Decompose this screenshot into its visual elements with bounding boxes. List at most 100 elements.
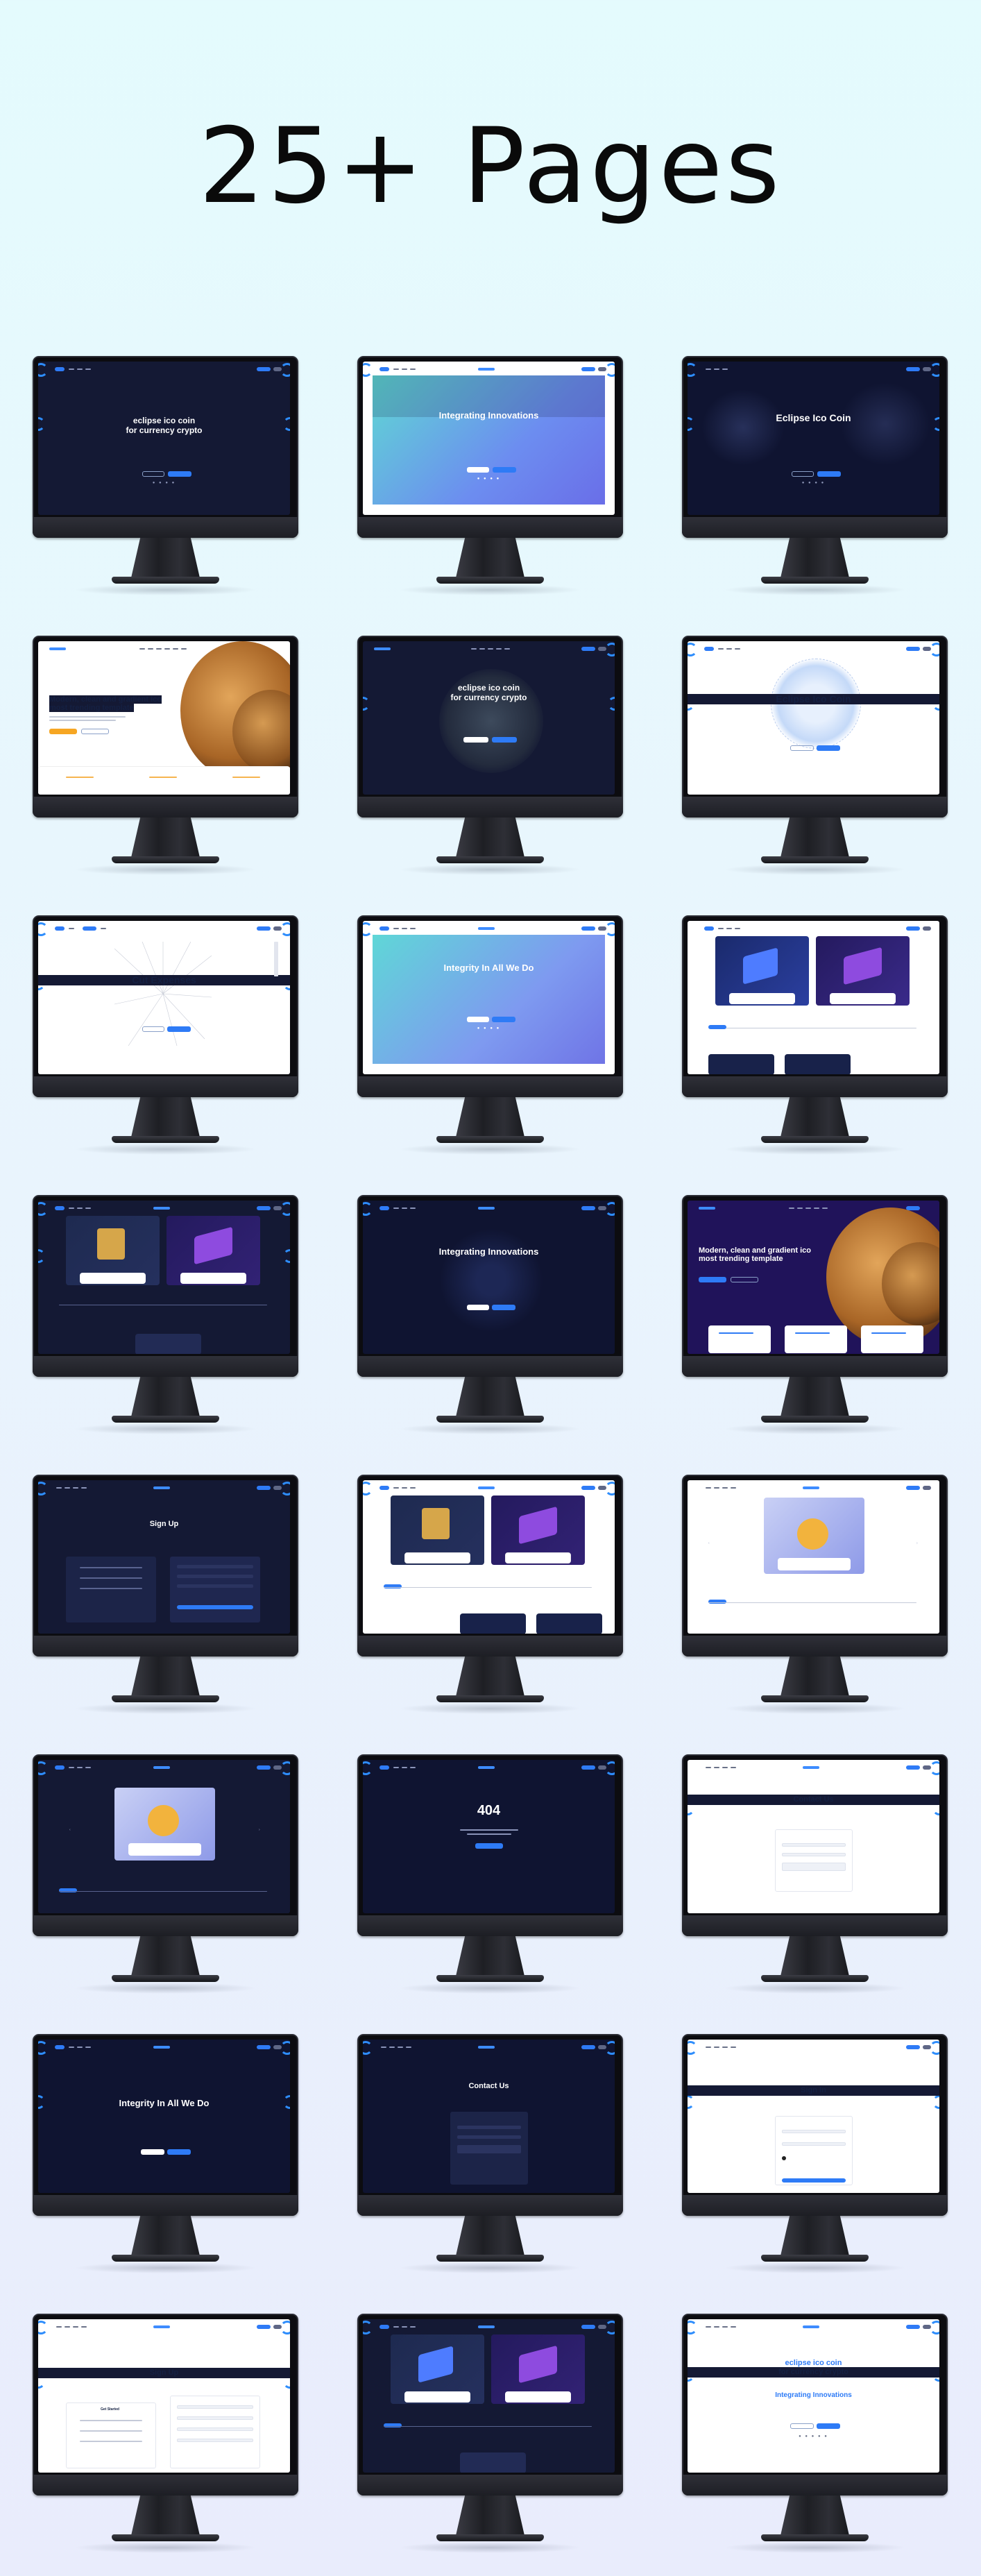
screen-blog-light-2 (363, 1480, 615, 1634)
screen-blog-dark-2 (363, 2319, 615, 2473)
monitor-blog-dark[interactable] (33, 1195, 298, 1459)
hero-title: Cut Expenses (38, 975, 290, 985)
monitor-contact-dark[interactable]: Contact Us (357, 2034, 623, 2298)
remember-checkbox[interactable] (782, 2156, 786, 2160)
signin-submit-button[interactable] (782, 2178, 846, 2183)
message-field[interactable] (782, 1863, 846, 1871)
page-title: Contact Us (688, 1795, 939, 1805)
hero-gradient-image (373, 935, 605, 1064)
monitor-blog-single-light[interactable]: ‹ › (682, 1475, 948, 1738)
page-title: Sign In (688, 2085, 939, 2096)
screen-blog-light (688, 921, 939, 1074)
hero-title-line1: Modern, clean and gradient ico (699, 1246, 811, 1255)
screen-blog-dark (38, 1201, 290, 1354)
name-field[interactable] (177, 1565, 253, 1568)
monitor-integrity-dark[interactable]: Integrity In All We Do (33, 2034, 298, 2298)
hero-title-line2: most trending template (699, 1255, 783, 1263)
hero-title-line2: for currency crypto (688, 2367, 939, 2378)
world-map-graphic (439, 1228, 543, 1332)
hero-title: Integrity In All We Do (119, 2098, 210, 2108)
screen-signup-dark: Sign Up (38, 1480, 290, 1634)
screen-cut-expenses: Cut Expenses (38, 921, 290, 1074)
hero-title-line1: eclipse ico coin (133, 416, 196, 425)
screen-contact-dark: Contact Us (363, 2040, 615, 2193)
monitor-dark-photo[interactable]: Eclipse Ico Coin ● ● ● ● (682, 356, 948, 620)
hero-title-line1: eclipse ico coin (457, 683, 520, 693)
email-field[interactable] (782, 2130, 846, 2133)
name-field[interactable] (177, 2405, 253, 2409)
hero-cta-button[interactable] (168, 471, 191, 477)
password-field[interactable] (177, 1584, 253, 1588)
email-field[interactable] (782, 1853, 846, 1856)
email-field[interactable] (457, 2135, 521, 2139)
page-title: Contact Us (468, 2082, 509, 2090)
screen-contact-light: Contact Us (688, 1760, 939, 1913)
email-field[interactable] (177, 1575, 253, 1578)
screen-globe-light: Eclipse Ico Coin (688, 641, 939, 795)
hero-title-line2: for currency crypto (450, 693, 527, 702)
hero-title-line1: Modern, clean and gradient ico (49, 695, 162, 704)
name-field[interactable] (457, 2126, 521, 2129)
signup-submit-button[interactable] (177, 1605, 253, 1609)
screen-bitcoin-light: Modern, clean and gradient ico most tren… (38, 641, 290, 795)
screen-integrity-dark: Integrity In All We Do (38, 2040, 290, 2193)
screen-gradient-home: Integrating Innovations ● ● ● ● (363, 362, 615, 515)
screen-ethereum-dark: eclipse ico coin for currency crypto (363, 641, 615, 795)
screen-dark-home: eclipse ico coin for currency crypto ● ●… (38, 362, 290, 515)
monitor-contact-light[interactable]: Contact Us (682, 1754, 948, 2018)
monitor-gradient-home[interactable]: Integrating Innovations ● ● ● ● (357, 356, 623, 620)
get-started-label: Get Started (101, 2407, 119, 2412)
error-code: 404 (477, 1803, 501, 1818)
hero-title: Integrating Innovations (438, 1246, 539, 1257)
screen-error-404: 404 (363, 1760, 615, 1913)
monitor-bitcoin-purple[interactable]: Modern, clean and gradient ico most tren… (682, 1195, 948, 1459)
screen-coming-soon-light: eclipse ico coin for currency crypto Int… (688, 2319, 939, 2473)
monitor-blog-dark-2[interactable] (357, 2314, 623, 2576)
page-headline: 25+ Pages (198, 106, 783, 227)
monitor-signin-light[interactable]: Sign In (682, 2034, 948, 2298)
hero-secondary-button[interactable] (142, 471, 164, 477)
email-field[interactable] (177, 2416, 253, 2420)
screen-blog-single-dark: ‹ › (38, 1760, 290, 1913)
monitor-cut-expenses[interactable]: Cut Expenses (33, 915, 298, 1179)
monitor-blog-single-dark[interactable]: ‹ › (33, 1754, 298, 2018)
screens-grid: eclipse ico coin for currency crypto ● ●… (33, 356, 948, 2576)
hero-title: Eclipse Ico Coin (688, 694, 939, 704)
signup-info-panel (66, 2403, 156, 2468)
screen-dark-photo: Eclipse Ico Coin ● ● ● ● (688, 362, 939, 515)
monitor-ethereum-dark[interactable]: eclipse ico coin for currency crypto (357, 636, 623, 899)
message-field[interactable] (457, 2145, 521, 2153)
contact-form (775, 1829, 853, 1892)
hero-title-line2: most trending template (49, 704, 134, 712)
page-title: Sign Up (149, 1520, 179, 1528)
monitor-dark-map[interactable]: Integrating Innovations (357, 1195, 623, 1459)
sub-heading: Integrating Innovations (775, 2391, 852, 2399)
hero-title-line2: for currency crypto (126, 425, 203, 435)
password-field[interactable] (177, 2427, 253, 2431)
back-home-button[interactable] (475, 1843, 503, 1849)
hero-title: Integrity In All We Do (443, 963, 534, 973)
monitor-blog-light-2[interactable] (357, 1475, 623, 1738)
name-field[interactable] (782, 1843, 846, 1847)
hero-title: Integrating Innovations (438, 410, 539, 421)
screen-bitcoin-purple: Modern, clean and gradient ico most tren… (688, 1201, 939, 1354)
monitor-bitcoin-light[interactable]: Modern, clean and gradient ico most tren… (33, 636, 298, 899)
signin-form (775, 2116, 853, 2185)
password-field[interactable] (782, 2142, 846, 2146)
monitor-coming-soon-light[interactable]: eclipse ico coin for currency crypto Int… (682, 2314, 948, 2576)
monitor-dark-home[interactable]: eclipse ico coin for currency crypto ● ●… (33, 356, 298, 620)
monitor-signup-dark[interactable]: Sign Up (33, 1475, 298, 1738)
screen-signin-light: Sign In (688, 2040, 939, 2193)
nav-bar (42, 365, 286, 373)
monitor-error-404[interactable]: 404 (357, 1754, 623, 2018)
monitor-blog-light[interactable] (682, 915, 948, 1179)
monitor-globe-light[interactable]: Eclipse Ico Coin (682, 636, 948, 899)
monitor-wallet-gradient[interactable]: Integrity In All We Do ● ● ● ● (357, 915, 623, 1179)
hero-title: Eclipse Ico Coin (776, 412, 851, 423)
screen-wallet-gradient: Integrity In All We Do ● ● ● ● (363, 921, 615, 1074)
screen-dark-map: Integrating Innovations (363, 1201, 615, 1354)
monitor-signup-light[interactable]: Sign Up Get Started (33, 2314, 298, 2576)
confirm-password-field[interactable] (177, 2439, 253, 2442)
screen-signup-light: Sign Up Get Started (38, 2319, 290, 2473)
page-title: Sign Up (38, 2368, 290, 2378)
